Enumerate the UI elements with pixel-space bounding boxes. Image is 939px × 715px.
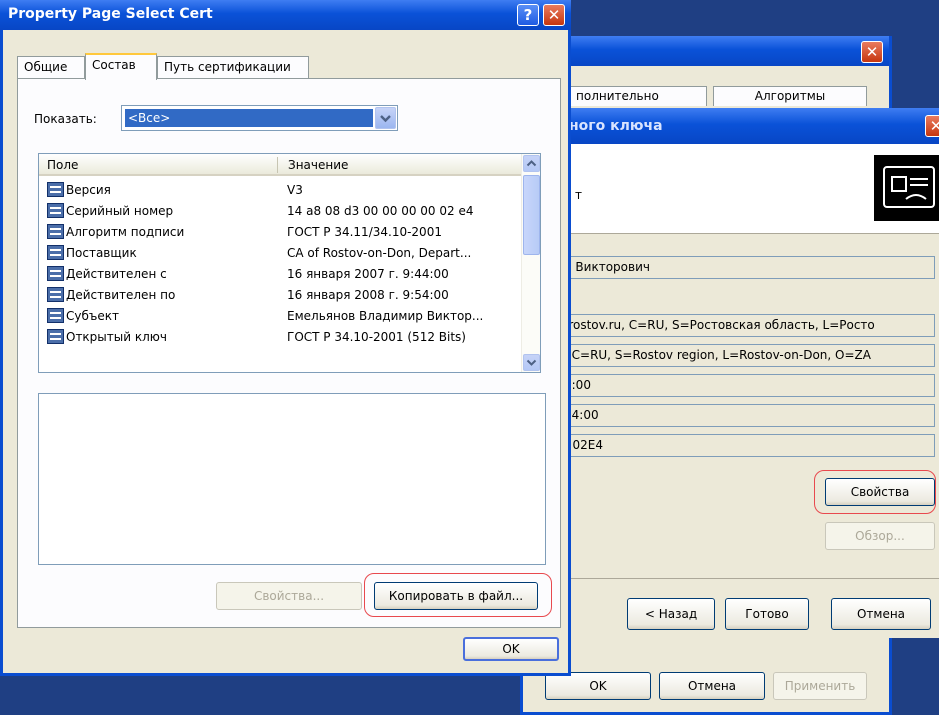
close-icon[interactable]: ✕ [543,4,565,26]
dialog-title: Property Page Select Cert [8,6,213,22]
field-value: ГОСТ Р 34.10-2001 (512 Bits) [287,330,466,344]
table-row[interactable]: Версия V3 [39,180,521,201]
list-scrollbar[interactable] [521,154,540,372]
field-icon [47,182,64,197]
ok-button[interactable]: OK [463,637,559,661]
field-name: Открытый ключ [66,330,167,344]
field-value: 16 января 2008 г. 9:54:00 [287,288,449,302]
cancel-button[interactable]: Отмена [831,598,931,630]
back-tab-algorithms[interactable]: Алгоритмы [713,86,867,106]
help-icon[interactable]: ? [517,4,539,26]
field-value: 16 января 2007 г. 9:44:00 [287,267,449,281]
issuer-dn-field: , C=RU, S=Rostov region, L=Rostov-on-Don… [559,344,935,367]
field-icon [47,245,64,260]
tab-panel: Показать: <Все> Поле Значение Версия V3 [17,78,561,628]
mid-window-title: ного ключа [569,118,663,134]
table-row[interactable]: Субъект Емельянов Владимир Виктор... [39,306,521,327]
close-icon[interactable]: ✕ [925,115,939,137]
tab-cert-path[interactable]: Путь сертификации [157,56,309,78]
browse-button[interactable]: Обзор... [825,522,935,550]
ok-button[interactable]: OK [545,672,651,700]
field-name: Субъект [66,309,119,323]
table-row[interactable]: Действителен с 16 января 2007 г. 9:44:00 [39,264,521,285]
field-name: Версия [66,183,111,197]
mid-window-titlebar: ного ключа ✕ [547,108,939,144]
field-value: ГОСТ Р 34.11/34.10-2001 [287,225,442,239]
table-row[interactable]: Действителен по 16 января 2008 г. 9:54:0… [39,285,521,306]
field-value: CA of Rostov-on-Don, Depart... [287,246,472,260]
wizard-bottom-divider [547,578,939,579]
properties-button[interactable]: Свойства... [216,582,362,610]
scroll-up-icon[interactable] [523,155,540,172]
table-row[interactable]: Серийный номер 14 a8 08 d3 00 00 00 00 0… [39,201,521,222]
valid-to-field: 54:00 [559,404,935,427]
subject-dn-field: -rostov.ru, C=RU, S=Ростовская область, … [559,314,935,337]
show-label: Показать: [34,112,97,126]
field-icon [47,203,64,218]
field-icon [47,287,64,302]
column-divider[interactable] [277,157,278,173]
fields-list[interactable]: Поле Значение Версия V3 Серийный номер 1… [38,153,541,373]
tab-general[interactable]: Общие [17,56,85,78]
field-icon [47,329,64,344]
field-detail-textarea[interactable] [38,393,546,565]
copy-button-highlight [364,573,552,617]
scroll-down-icon[interactable] [523,354,540,371]
field-value: Емельянов Владимир Виктор... [287,309,484,323]
field-icon [47,224,64,239]
back-tab-details[interactable]: полнительно [567,86,707,106]
scroll-thumb[interactable] [523,175,540,255]
field-icon [47,266,64,281]
mid-window: ного ключа ✕ т р Викторович -rostov.ru, … [544,108,939,638]
field-name: Серийный номер [66,204,174,218]
subject-name-field: р Викторович [559,256,935,279]
properties-highlight [814,470,936,514]
valid-from-field: 4:00 [559,374,935,397]
table-row[interactable]: Открытый ключ ГОСТ Р 34.10-2001 (512 Bit… [39,327,521,348]
table-row[interactable]: Поставщик CA of Rostov-on-Don, Depart... [39,243,521,264]
column-header-field[interactable]: Поле [47,158,78,172]
field-value: V3 [287,183,303,197]
serial-number-field: ) 02E4 [559,434,935,457]
show-select[interactable]: <Все> [121,105,398,131]
table-row[interactable]: Алгоритм подписи ГОСТ Р 34.11/34.10-2001 [39,222,521,243]
field-name: Поставщик [66,246,137,260]
field-name: Действителен по [66,288,176,302]
dialog-titlebar: Property Page Select Cert ? ✕ [0,0,571,30]
back-button[interactable]: < Назад [627,598,715,630]
certificate-icon [874,155,939,221]
field-name: Действителен с [66,267,167,281]
finish-button[interactable]: Готово [725,598,809,630]
back-window-titlebar: ✕ [523,36,889,66]
close-icon[interactable]: ✕ [861,41,883,63]
list-header: Поле Значение [39,154,521,176]
tab-details[interactable]: Состав [85,53,157,80]
show-select-value: <Все> [125,109,373,127]
cancel-button[interactable]: Отмена [659,672,765,700]
wizard-header: т [547,144,939,234]
field-value: 14 a8 08 d3 00 00 00 00 02 e4 [287,204,474,218]
field-name: Алгоритм подписи [66,225,185,239]
column-header-value[interactable]: Значение [288,158,348,172]
list-rows: Версия V3 Серийный номер 14 a8 08 d3 00 … [39,180,521,370]
field-icon [47,308,64,323]
wizard-subtitle: т [575,188,582,202]
apply-button[interactable]: Применить [773,672,867,700]
chevron-down-icon[interactable] [375,107,396,129]
